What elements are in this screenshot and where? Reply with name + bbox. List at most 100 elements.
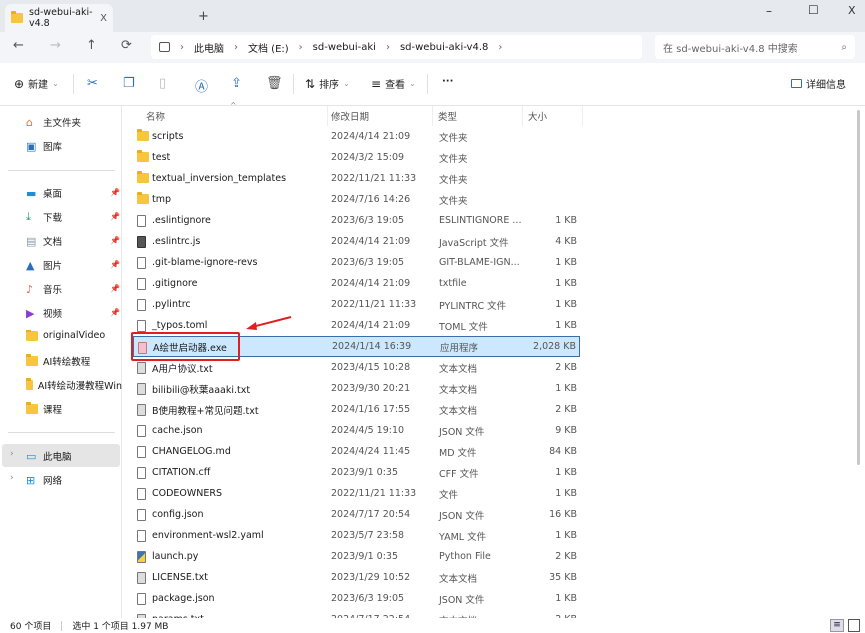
- file-row[interactable]: .git-blame-ignore-revs 2023/6/3 19:05 GIT-…: [133, 252, 580, 273]
- expand-chevron-icon[interactable]: ›: [10, 449, 14, 459]
- file-type: PYLINTRC 文件: [439, 300, 507, 312]
- file-row[interactable]: config.json 2024/7/17 20:54 JSON 文件 16 KB: [133, 504, 580, 525]
- file-size: 1 KB: [555, 593, 577, 604]
- sidebar-item[interactable]: ⌂ 主文件夹: [26, 115, 122, 130]
- delete-icon[interactable]: 🗑: [266, 76, 283, 91]
- sidebar-item[interactable]: 课程: [26, 402, 122, 416]
- paste-icon[interactable]: ▯: [159, 76, 166, 91]
- breadcrumb-item[interactable]: sd-webui-aki: [313, 42, 376, 53]
- file-row[interactable]: launch.py 2023/9/1 0:35 Python File 2 KB: [133, 546, 580, 567]
- scrollbar[interactable]: [857, 110, 860, 465]
- sidebar-item[interactable]: ▣ 图库: [26, 139, 122, 154]
- file-row[interactable]: CODEOWNERS 2022/11/21 11:33 文件 1 KB: [133, 483, 580, 504]
- file-row[interactable]: CHANGELOG.md 2024/4/24 11:45 MD 文件 84 KB: [133, 441, 580, 462]
- folder-icon: [137, 150, 149, 162]
- close-window-button[interactable]: X: [848, 4, 856, 17]
- breadcrumb-item[interactable]: 文档 (E:): [248, 40, 289, 55]
- file-row[interactable]: cache.json 2024/4/5 19:10 JSON 文件 9 KB: [133, 420, 580, 441]
- file-date: 2024/4/14 21:09: [331, 236, 411, 247]
- sidebar-item[interactable]: AI转绘动漫教程Win: [26, 378, 122, 392]
- file-row[interactable]: textual_inversion_templates 2022/11/21 11…: [133, 168, 580, 189]
- file-row[interactable]: .eslintrc.js 2024/4/14 21:09 JavaScript 文件…: [133, 231, 580, 252]
- file-row[interactable]: LICENSE.txt 2023/1/29 10:52 文本文档 35 KB: [133, 567, 580, 588]
- pin-icon[interactable]: 📌: [110, 308, 120, 317]
- search-icon: ⌕: [841, 41, 847, 53]
- tiles-view-button[interactable]: [848, 619, 860, 632]
- breadcrumb-item[interactable]: sd-webui-aki-v4.8: [400, 42, 488, 53]
- minimize-button[interactable]: –: [766, 4, 772, 18]
- status-bar: 60 个项目 选中 1 个项目 1.97 MB: [0, 618, 865, 633]
- column-header-name[interactable]: 名称: [146, 109, 165, 123]
- sidebar-item[interactable]: AI转绘教程: [26, 354, 122, 368]
- pin-icon[interactable]: 📌: [110, 236, 120, 245]
- gallery-icon: ▣: [26, 139, 37, 153]
- file-type: 文件: [439, 489, 459, 501]
- sidebar-item[interactable]: ▭ 此电脑: [26, 449, 122, 464]
- pin-icon[interactable]: 📌: [110, 260, 120, 269]
- file-row[interactable]: test 2024/3/2 15:09 文件夹: [133, 147, 580, 168]
- sidebar-item[interactable]: ⊞ 网络: [26, 473, 122, 488]
- sidebar-item[interactable]: originalVideo: [26, 330, 122, 341]
- tab-active[interactable]: sd-webui-aki-v4.8 X: [5, 4, 113, 32]
- pin-icon[interactable]: 📌: [110, 284, 120, 293]
- sidebar-item-label: 此电脑: [43, 452, 72, 463]
- maximize-button[interactable]: ☐: [808, 3, 819, 17]
- back-button[interactable]: ←: [13, 38, 24, 53]
- search-input[interactable]: 在 sd-webui-aki-v4.8 中搜索 ⌕: [655, 35, 855, 59]
- pin-icon[interactable]: 📌: [110, 188, 120, 197]
- share-icon[interactable]: ⇪: [231, 76, 242, 91]
- file-type: 文件夹: [439, 153, 468, 165]
- sidebar-item[interactable]: ▲ 图片: [26, 258, 122, 273]
- view-icon: ≡: [371, 76, 382, 91]
- details-button[interactable]: 详细信息: [791, 76, 846, 91]
- new-button[interactable]: ⊕ 新建 ⌄: [14, 76, 59, 92]
- file-row[interactable]: .pylintrc 2022/11/21 11:33 PYLINTRC 文件 1 KB: [133, 294, 580, 315]
- file-size: 1 KB: [555, 488, 577, 499]
- file-row[interactable]: bilibili@秋葉aaaki.txt 2023/9/30 20:21 文本文档 1…: [133, 378, 580, 399]
- forward-button[interactable]: →: [50, 38, 61, 53]
- folder-icon: [26, 330, 38, 341]
- file-row[interactable]: environment-wsl2.yaml 2023/5/7 23:58 YAML …: [133, 525, 580, 546]
- file-name: test: [152, 152, 171, 163]
- sidebar-item[interactable]: ▬ 桌面: [26, 186, 122, 201]
- expand-chevron-icon[interactable]: ›: [10, 473, 14, 483]
- sidebar-item-label: 桌面: [43, 189, 63, 200]
- tab-close-button[interactable]: X: [100, 13, 107, 24]
- divider: [293, 74, 294, 94]
- more-button[interactable]: ···: [442, 76, 453, 87]
- file-row[interactable]: scripts 2024/4/14 21:09 文件夹: [133, 126, 580, 147]
- rename-icon[interactable]: Ⓐ: [195, 76, 208, 95]
- file-row[interactable]: .eslintignore 2023/6/3 19:05 ESLINTIGNORE …: [133, 210, 580, 231]
- sidebar-item-label: originalVideo: [43, 330, 106, 341]
- column-header-size[interactable]: 大小: [528, 109, 547, 123]
- sort-button[interactable]: ⇅ 排序 ⌄: [305, 76, 350, 92]
- up-button[interactable]: ↑: [86, 38, 97, 53]
- column-header-type[interactable]: 类型: [438, 109, 457, 123]
- sidebar-item[interactable]: ▤ 文档: [26, 234, 122, 249]
- file-date: 2024/4/14 21:09: [331, 131, 411, 142]
- refresh-button[interactable]: ⟳: [121, 38, 132, 53]
- file-row[interactable]: B使用教程+常见问题.txt 2024/1/16 17:55 文本文档 2 KB: [133, 399, 580, 420]
- file-row[interactable]: .gitignore 2024/4/14 21:09 txtfile 1 KB: [133, 273, 580, 294]
- file-row[interactable]: tmp 2024/7/16 14:26 文件夹: [133, 189, 580, 210]
- file-row[interactable]: package.json 2023/6/3 19:05 JSON 文件 1 KB: [133, 588, 580, 609]
- address-bar[interactable]: › 此电脑 › 文档 (E:) › sd-webui-aki › sd-webui-a…: [151, 35, 642, 59]
- file-name: textual_inversion_templates: [152, 173, 287, 184]
- sidebar-item[interactable]: ▶ 视频: [26, 306, 122, 321]
- sidebar-item[interactable]: ♪ 音乐: [26, 282, 122, 297]
- file-icon: [137, 257, 146, 269]
- file-row[interactable]: CITATION.cff 2023/9/1 0:35 CFF 文件 1 KB: [133, 462, 580, 483]
- sidebar-item-label: AI转绘教程: [43, 357, 91, 368]
- file-date: 2024/4/5 19:10: [331, 425, 405, 436]
- pin-icon[interactable]: 📌: [110, 212, 120, 221]
- copy-icon[interactable]: ❐: [123, 76, 135, 91]
- sidebar-item[interactable]: ⤓ 下载: [26, 210, 122, 224]
- search-placeholder: 在 sd-webui-aki-v4.8 中搜索: [663, 43, 798, 55]
- new-tab-button[interactable]: +: [198, 9, 209, 24]
- column-header-date[interactable]: 修改日期: [331, 109, 369, 123]
- cut-icon[interactable]: ✂: [87, 76, 98, 91]
- file-name: config.json: [152, 509, 204, 520]
- details-view-button[interactable]: ≡: [830, 619, 844, 632]
- view-button[interactable]: ≡ 查看 ⌄: [371, 76, 416, 92]
- breadcrumb-item[interactable]: 此电脑: [194, 40, 224, 55]
